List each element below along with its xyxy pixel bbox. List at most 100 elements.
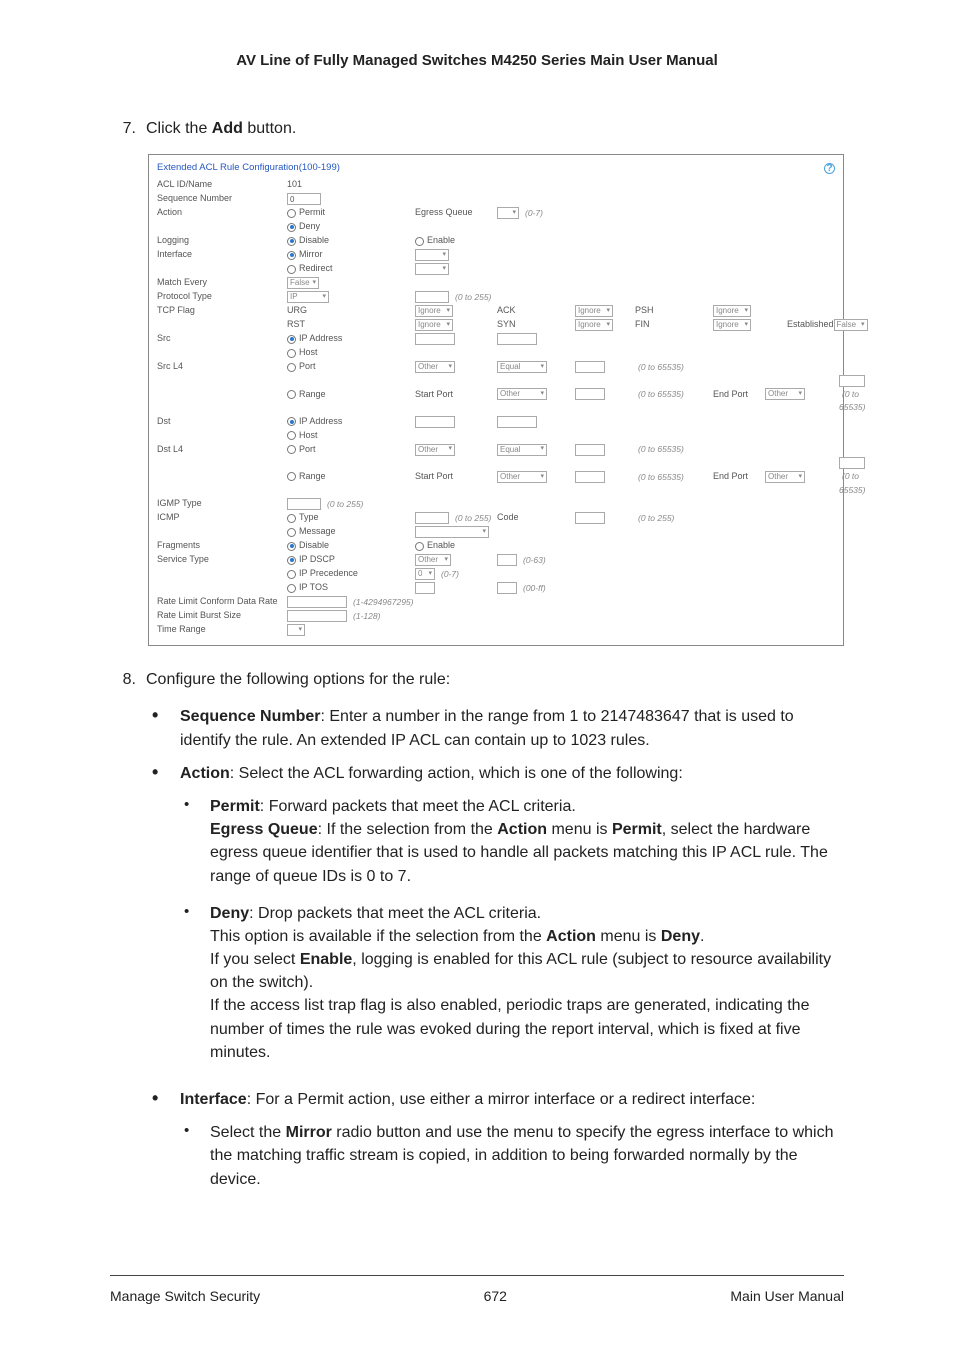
input-tos1[interactable] [415,582,435,594]
input-icmp-type[interactable] [415,512,449,524]
sub-permit: Permit: Forward packets that meet the AC… [210,795,844,888]
select-egress[interactable] [497,207,519,219]
select-dstl4-end[interactable]: Other [765,471,805,483]
sub-deny: Deny: Drop packets that meet the ACL cri… [210,902,844,1064]
radio-srcl4-range[interactable] [287,390,296,399]
input-dscp[interactable] [497,554,517,566]
select-redirect[interactable] [415,263,449,275]
radio-src-host[interactable] [287,349,296,358]
t: Port [299,360,316,374]
input-dst-mask[interactable] [497,416,537,428]
t: ACK [497,304,575,318]
input-src-mask[interactable] [497,333,537,345]
input-rate-data[interactable] [287,596,347,608]
t: Code [497,511,575,525]
select-match[interactable]: False [287,277,319,289]
v: Ignore [578,305,601,317]
t: If you select [210,951,300,968]
radio-tos[interactable] [287,584,296,593]
radio-deny[interactable] [287,223,296,232]
t: Permit [299,206,325,220]
select-srcl4-1[interactable]: Other [415,361,455,373]
select-srcl4-end[interactable]: Other [765,388,805,400]
radio-icmp-msg[interactable] [287,528,296,537]
input-rate-burst[interactable] [287,610,347,622]
select-protocol[interactable]: IP [287,291,329,303]
b: Mirror [286,1124,332,1141]
radio-mirror[interactable] [287,251,296,260]
v: Other [500,388,520,400]
t: Host [299,429,318,443]
select-dstl4-2[interactable]: Equal [497,444,547,456]
select-time-range[interactable] [287,624,305,636]
radio-dscp[interactable] [287,556,296,565]
bullet-action: Action: Select the ACL forwarding action… [180,762,844,1078]
b: Deny [661,928,700,945]
input-icmp-code[interactable] [575,512,605,524]
label-egress: Egress Queue [415,206,497,220]
select-prec[interactable]: 0 [415,568,435,580]
select-icmp-msg[interactable] [415,526,489,538]
radio-src-ip[interactable] [287,335,296,344]
input-dstl4-port[interactable] [575,444,605,456]
t: IP Address [299,332,342,346]
hint: (0 to 65535) [635,443,684,456]
input-srcl4-end[interactable] [839,375,865,387]
v: Ignore [578,319,601,331]
select-fin[interactable]: Ignore [713,319,751,331]
input-dstl4-end[interactable] [839,457,865,469]
radio-dstl4-port[interactable] [287,445,296,454]
radio-frag-disable[interactable] [287,542,296,551]
radio-permit[interactable] [287,209,296,218]
radio-prec[interactable] [287,570,296,579]
help-icon[interactable]: ? [824,163,835,174]
input-srcl4-start[interactable] [575,388,605,400]
input-igmp[interactable] [287,498,321,510]
label-acl-id: ACL ID/Name [157,178,287,192]
hint: (0-7) [438,568,459,581]
t: Type [299,511,319,525]
v: Ignore [716,305,739,317]
input-src-ip[interactable] [415,333,455,345]
input-dst-ip[interactable] [415,416,455,428]
radio-log-disable[interactable] [287,237,296,246]
select-dstl4-start[interactable]: Other [497,471,547,483]
t: Redirect [299,262,333,276]
radio-frag-enable[interactable] [415,542,424,551]
input-protocol[interactable] [415,291,449,303]
select-dscp[interactable]: Other [415,554,451,566]
v: Equal [500,361,520,373]
radio-icmp-type[interactable] [287,514,296,523]
input-dstl4-start[interactable] [575,471,605,483]
select-est[interactable]: False [834,319,868,331]
v: False [837,319,857,331]
radio-log-enable[interactable] [415,237,424,246]
radio-redirect[interactable] [287,265,296,274]
screenshot-title: Extended ACL Rule Configuration(100-199) [157,161,340,175]
select-ack[interactable]: Ignore [575,305,613,317]
radio-dst-host[interactable] [287,431,296,440]
select-urg[interactable]: Ignore [415,305,453,317]
input-tos2[interactable] [497,582,517,594]
radio-dstl4-range[interactable] [287,472,296,481]
t: Disable [299,539,329,553]
select-mirror[interactable] [415,249,449,261]
v: 0 [418,568,422,580]
input-seq[interactable]: 0 [287,193,321,205]
hint: (0-7) [522,207,543,220]
select-srcl4-2[interactable]: Equal [497,361,547,373]
t: : If the selection from the [318,821,498,838]
radio-srcl4-port[interactable] [287,363,296,372]
label-rate-data: Rate Limit Conform Data Rate [157,595,287,609]
select-dstl4-1[interactable]: Other [415,444,455,456]
t: URG [287,304,415,318]
input-srcl4-port[interactable] [575,361,605,373]
t: . [700,928,704,945]
hint: (0 to 65535) [635,361,684,374]
hint: (0 to 65535) [635,388,684,401]
select-srcl4-start[interactable]: Other [497,388,547,400]
radio-dst-ip[interactable] [287,417,296,426]
select-rst[interactable]: Ignore [415,319,453,331]
select-syn[interactable]: Ignore [575,319,613,331]
select-psh[interactable]: Ignore [713,305,751,317]
